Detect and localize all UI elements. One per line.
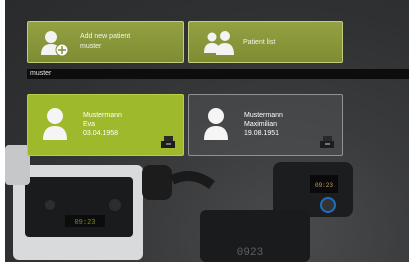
- device-icon: [320, 136, 334, 148]
- device-illustration-bottom: 0923: [200, 210, 310, 262]
- window-frame-right: [409, 0, 414, 262]
- device-display-text: 0923: [237, 247, 263, 259]
- patient-card-maximilian[interactable]: Mustermann Maximilian 19.08.1951: [188, 94, 343, 156]
- add-new-patient-button[interactable]: Add new patient muster: [27, 21, 184, 63]
- add-patient-sublabel: muster: [80, 43, 102, 50]
- patient-card-eva[interactable]: Mustermann Eva 03.04.1958: [27, 94, 184, 156]
- patient-first-name: Eva: [83, 121, 96, 128]
- patient-last-name: Mustermann: [83, 112, 122, 119]
- device-display-text: 09:23: [74, 219, 95, 227]
- add-patient-label: Add new patient: [80, 33, 131, 40]
- search-input[interactable]: muster: [27, 69, 409, 79]
- patient-first-name: Maximilian: [244, 121, 278, 128]
- patient-list-icon: [204, 31, 234, 55]
- patient-last-name: Mustermann: [244, 112, 283, 119]
- patient-avatar-icon: [43, 108, 67, 140]
- device-illustration-mask: [142, 165, 215, 200]
- patient-list-label: Patient list: [243, 39, 276, 46]
- device-icon: [161, 136, 175, 148]
- patient-birth-date: 19.08.1951: [244, 130, 280, 137]
- device-display-text: 09:23: [315, 182, 333, 189]
- patient-avatar-icon: [204, 108, 228, 140]
- patient-list-button[interactable]: Patient list: [188, 21, 343, 63]
- patient-birth-date: 03.04.1958: [83, 130, 119, 137]
- add-patient-icon: [41, 31, 69, 57]
